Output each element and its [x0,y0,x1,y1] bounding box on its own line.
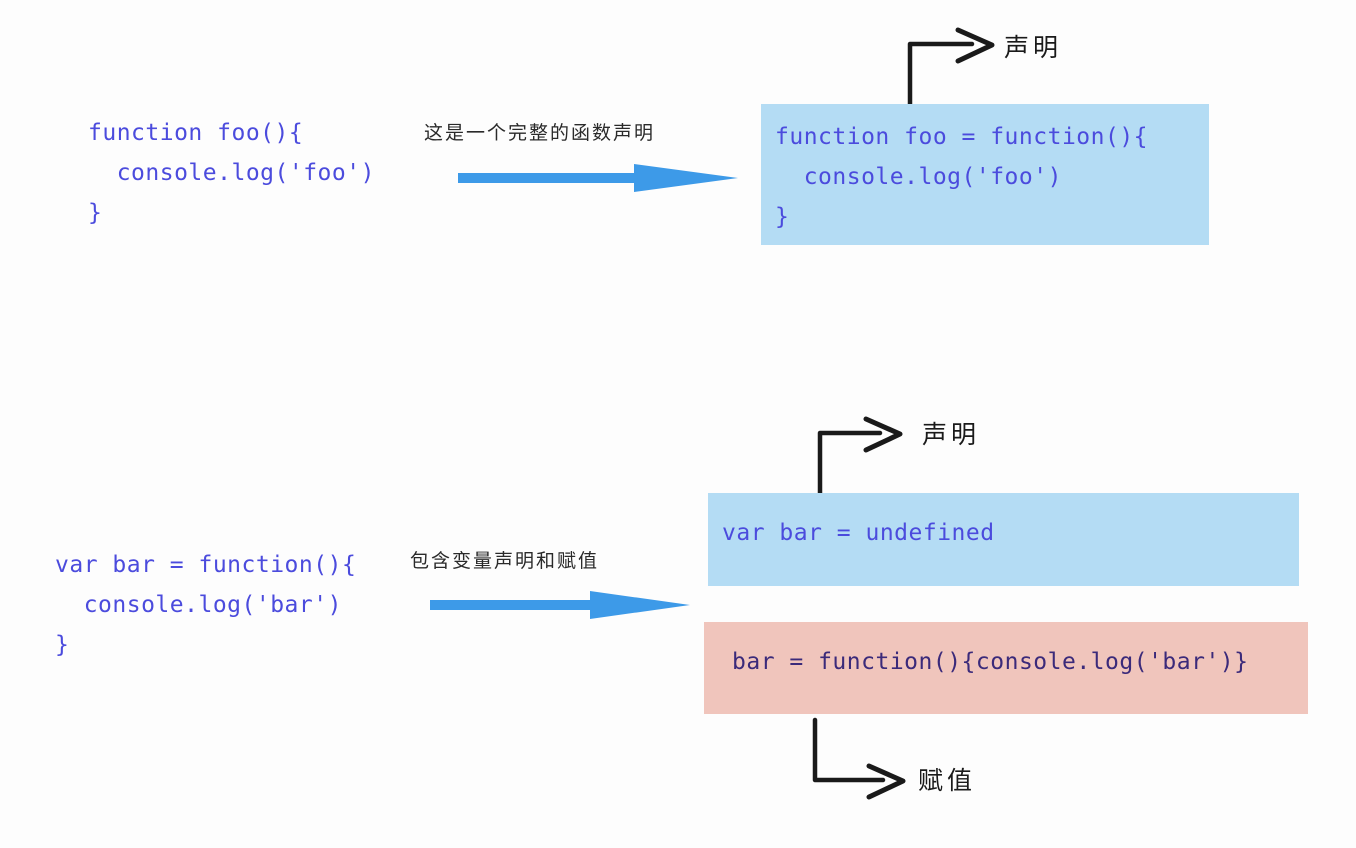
top-source-code: function foo(){ console.log('foo') } [88,120,375,226]
bottom-source-code: var bar = function(){ console.log('bar')… [55,552,357,658]
bottom-assignment-panel: bar = function(){console.log('bar')} [704,622,1308,714]
bottom-declaration-code: var bar = undefined [722,520,995,546]
bottom-assignment-callout-label: 赋值 [918,766,977,795]
diagram-canvas: function foo(){ console.log('foo') } 这是一… [0,0,1356,848]
top-transform-arrow [458,160,738,196]
top-transform-note: 这是一个完整的函数声明 [424,122,656,144]
bottom-declaration-callout-label: 声明 [922,420,981,449]
top-callout-label: 声明 [1004,33,1063,62]
bottom-transform-arrow [430,588,690,624]
bottom-declaration-panel: var bar = undefined [708,493,1299,586]
bottom-transform-note: 包含变量声明和赋值 [410,550,600,572]
bottom-assignment-code: bar = function(){console.log('bar')} [732,649,1249,675]
top-result-code: function foo = function(){ console.log('… [775,124,1149,230]
top-result-panel: function foo = function(){ console.log('… [761,104,1209,245]
